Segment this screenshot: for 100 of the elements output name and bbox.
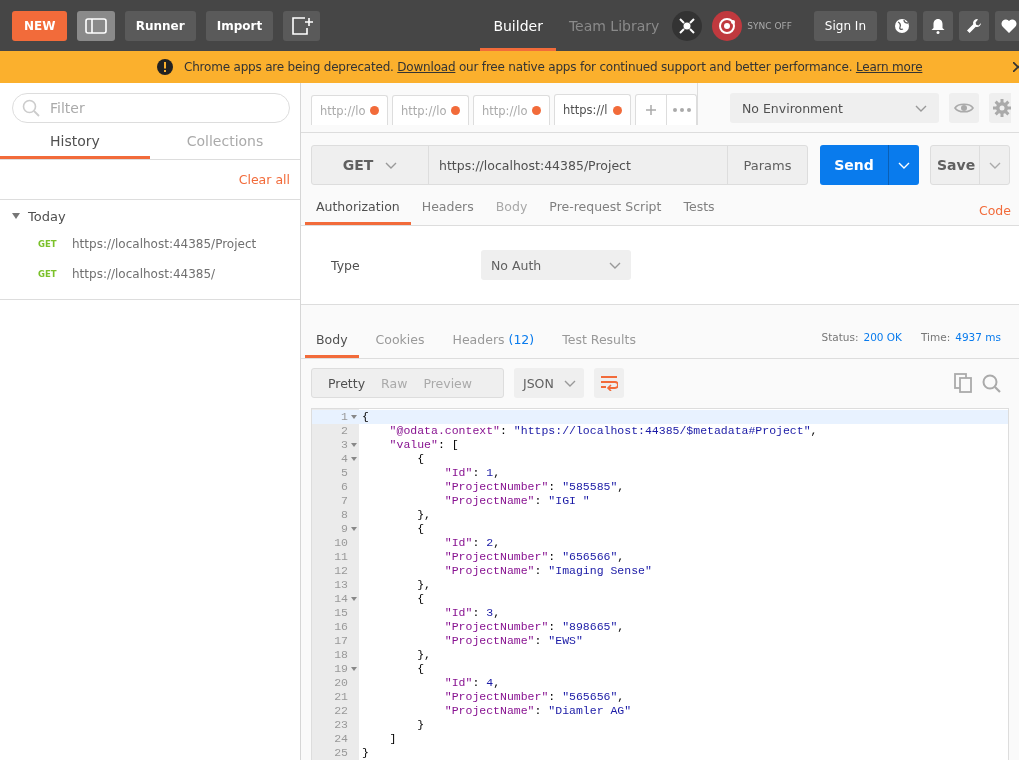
copy-icon[interactable] xyxy=(954,373,972,394)
code-line: "ProjectName": "IGI " xyxy=(444,494,590,508)
download-link[interactable]: Download xyxy=(397,60,456,74)
code-line: } xyxy=(362,746,369,760)
line-number: 2 xyxy=(340,424,348,438)
line-number: 13 xyxy=(333,578,348,592)
sync-icon xyxy=(717,15,738,36)
code-line: "Id": 4, xyxy=(444,676,501,690)
method-label: GET xyxy=(38,269,58,279)
code-line: "@odata.context": "https://localhost:44385/$metadata#Project", xyxy=(389,424,818,438)
sidebar-tab[interactable]: History xyxy=(0,125,150,159)
auth-type-dropdown[interactable]: No Auth xyxy=(481,250,631,281)
search-icon xyxy=(22,99,40,117)
time-label: Time: xyxy=(921,330,951,343)
target-icon xyxy=(678,16,697,35)
filter-field[interactable]: Filter xyxy=(12,93,290,123)
wrap-lines-icon xyxy=(600,375,618,392)
request-section-tab[interactable]: Tests xyxy=(672,199,726,226)
more-icon xyxy=(672,108,691,112)
line-number: 8 xyxy=(340,508,348,522)
import-button[interactable]: Import xyxy=(205,10,274,41)
response-tab[interactable]: Body xyxy=(305,331,359,358)
line-number: 21 xyxy=(333,690,348,704)
history-group-label[interactable]: Today xyxy=(28,208,66,224)
bell-icon xyxy=(930,17,946,34)
code-line: "ProjectNumber": "656566", xyxy=(444,550,625,564)
clear-all-link[interactable]: Clear all xyxy=(238,172,290,187)
line-number: 12 xyxy=(333,564,348,578)
code-line: } xyxy=(417,718,425,732)
sync-button[interactable] xyxy=(712,10,743,41)
line-number: 1 xyxy=(340,410,348,424)
code-line: "ProjectName": "EWS" xyxy=(444,634,583,648)
sign-in-button[interactable]: Sign In xyxy=(813,10,877,41)
capture-button[interactable] xyxy=(672,10,703,41)
line-number: 24 xyxy=(333,732,348,746)
code-line: ] xyxy=(389,732,397,746)
line-number: 23 xyxy=(333,718,348,732)
line-number: 10 xyxy=(333,536,348,550)
sidebar-toggle-button[interactable] xyxy=(77,10,115,41)
chevron-down-icon xyxy=(564,379,576,387)
globe-icon xyxy=(894,17,910,34)
response-tab[interactable]: Cookies xyxy=(364,331,436,358)
code-line: }, xyxy=(417,648,431,662)
header-tab[interactable]: Team Library xyxy=(555,0,673,51)
close-icon xyxy=(1013,62,1019,72)
manage-environments-button[interactable] xyxy=(989,93,1011,123)
code-line: { xyxy=(417,522,425,536)
favorite-button[interactable] xyxy=(995,10,1019,41)
line-number: 19 xyxy=(333,662,348,676)
code-line: "ProjectNumber": "565656", xyxy=(444,690,625,704)
window-plus-icon xyxy=(290,15,313,36)
format-dropdown[interactable]: JSON xyxy=(514,368,584,399)
response-tab[interactable]: Headers (12) xyxy=(441,331,546,358)
request-section-tab[interactable]: Headers xyxy=(410,199,485,226)
new-button[interactable]: NEW xyxy=(12,10,68,41)
code-line: "ProjectNumber": "585585", xyxy=(444,480,625,494)
request-section-tab[interactable]: Pre-request Script xyxy=(538,199,673,226)
method-label: GET xyxy=(38,239,58,249)
chevron-down-icon xyxy=(609,261,621,269)
line-number: 3 xyxy=(340,438,348,452)
code-link[interactable]: Code xyxy=(979,203,1019,226)
learn-more-link[interactable]: Learn more xyxy=(855,60,923,74)
code-line: "Id": 3, xyxy=(444,606,501,620)
line-number: 6 xyxy=(340,480,348,494)
settings-button[interactable] xyxy=(959,10,989,41)
line-number: 5 xyxy=(340,466,348,480)
time-value: 4937 ms xyxy=(955,330,1001,343)
request-tab[interactable]: https://l xyxy=(554,94,631,125)
response-tab[interactable]: Test Results xyxy=(551,331,647,358)
fold-caret-icon[interactable] xyxy=(350,457,357,461)
code-line: "value": [ xyxy=(389,438,459,452)
warning-icon xyxy=(157,59,173,75)
notifications-button[interactable] xyxy=(923,10,953,41)
fold-caret-icon[interactable] xyxy=(350,667,357,671)
status-value: 200 OK xyxy=(863,330,902,343)
history-item[interactable]: https://localhost:44385/ xyxy=(72,267,216,281)
line-number: 25 xyxy=(333,746,348,760)
line-number: 18 xyxy=(333,648,348,662)
code-line: "ProjectNumber": "898665", xyxy=(444,620,625,634)
fold-caret-icon[interactable] xyxy=(350,527,357,531)
line-number: 14 xyxy=(333,592,348,606)
fold-caret-icon[interactable] xyxy=(350,415,357,419)
line-number: 16 xyxy=(333,620,348,634)
sidebar-icon xyxy=(85,17,108,34)
search-icon[interactable] xyxy=(982,373,1001,393)
fold-caret-icon[interactable] xyxy=(350,443,357,447)
history-item[interactable]: https://localhost:44385/Project xyxy=(72,237,257,251)
globe-button[interactable] xyxy=(887,10,917,41)
chevron-down-icon xyxy=(915,104,927,112)
wrap-lines-button[interactable] xyxy=(594,368,624,399)
fold-caret-icon[interactable] xyxy=(350,597,357,601)
chevron-down-icon xyxy=(988,161,1001,169)
environment-quick-look-button[interactable] xyxy=(949,93,979,123)
code-line: { xyxy=(417,662,425,676)
new-window-button[interactable] xyxy=(283,10,321,41)
runner-button[interactable]: Runner xyxy=(124,10,196,41)
line-number: 11 xyxy=(333,550,348,564)
code-line: "Id": 1, xyxy=(444,466,501,480)
view-mode-button[interactable]: Pretty xyxy=(312,369,366,398)
environment-dropdown[interactable]: No Environment xyxy=(730,93,939,123)
